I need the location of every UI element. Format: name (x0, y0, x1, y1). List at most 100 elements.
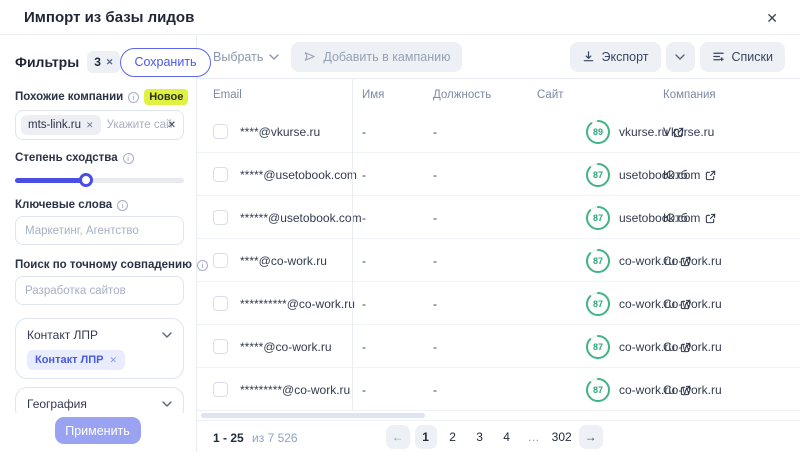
score-badge: 87 (585, 334, 611, 360)
select-dropdown[interactable]: Выбрать (213, 50, 280, 64)
exact-match-label: Поиск по точному совпадению (15, 259, 192, 271)
keywords-input[interactable] (15, 216, 184, 245)
page-button[interactable]: 1 (414, 425, 437, 449)
pagination: 1 - 25 из 7 526 ← 1 2 3 4 … 302 → (197, 420, 800, 452)
email-cell: *****@usetobook.com (240, 168, 357, 182)
filters-sidebar: Фильтры 3 ✕ Сохранить Похожие компании i… (0, 35, 211, 452)
table-row: *****@usetobook.com - - 87 usetobook.com… (197, 153, 800, 196)
col-company: Компания (663, 89, 716, 101)
info-icon[interactable]: i (128, 91, 140, 103)
external-link-icon (706, 213, 716, 223)
table-row: ****@vkurse.ru - - 89 vkurse.ru Vkurse.r… (197, 110, 800, 153)
score-badge: 87 (585, 291, 611, 317)
position-cell: - (433, 383, 437, 397)
col-name: Имя (362, 89, 385, 101)
row-checkbox[interactable] (213, 253, 228, 268)
company-cell: Ютб (663, 168, 688, 182)
company-cell: Co-work.ru (663, 254, 722, 268)
score-value: 89 (592, 127, 603, 137)
filters-count: 3 (94, 55, 101, 69)
filters-count-badge[interactable]: 3 ✕ (87, 51, 121, 73)
email-cell: *********@co-work.ru (240, 383, 351, 397)
page-button[interactable]: 302 (550, 425, 574, 449)
page-button[interactable]: 2 (442, 425, 464, 449)
name-cell: - (362, 340, 366, 354)
next-page-button[interactable]: → (578, 425, 603, 449)
score-badge: 87 (585, 377, 611, 403)
pager-ellipsis: … (527, 430, 540, 444)
table-body: ****@vkurse.ru - - 89 vkurse.ru Vkurse.r… (197, 110, 800, 411)
email-cell: **********@co-work.ru (240, 297, 355, 311)
exact-match-input[interactable] (15, 276, 184, 305)
section-lpr-toggle[interactable]: Контакт ЛПР (27, 327, 172, 343)
row-checkbox[interactable] (213, 210, 228, 225)
total-count: из 7 526 (252, 431, 298, 445)
similarity-slider[interactable] (15, 173, 184, 187)
horizontal-scrollbar[interactable] (201, 413, 425, 418)
score-value: 87 (592, 299, 603, 309)
site-tag: mts-link.ru ✕ (21, 115, 101, 135)
similar-companies-label: Похожие компании (15, 91, 124, 103)
email-cell: ****@co-work.ru (240, 254, 327, 268)
import-leads-modal: Импорт из базы лидов ✕ Фильтры 3 ✕ Сохра… (0, 0, 800, 452)
pager-pages: 1 2 3 4 … 302 (414, 425, 574, 449)
table-header: Email Имя Должность Сайт Компания (197, 78, 800, 110)
send-icon (305, 52, 316, 61)
name-cell: - (362, 125, 366, 139)
chevron-down-icon (269, 53, 280, 60)
page-button[interactable]: 3 (469, 425, 491, 449)
table-row: *****@co-work.ru - - 87 co-work.ru Co-wo… (197, 325, 800, 368)
name-cell: - (362, 254, 366, 268)
similar-companies-input[interactable]: mts-link.ru ✕ ✕ (15, 110, 184, 140)
score-value: 87 (592, 170, 603, 180)
table-row: *********@co-work.ru - - 87 co-work.ru C… (197, 368, 800, 411)
page-button[interactable]: 4 (496, 425, 518, 449)
table-row: ******@usetobook.com - - 87 usetobook.co… (197, 196, 800, 239)
row-checkbox[interactable] (213, 296, 228, 311)
new-badge: Новое (144, 89, 189, 105)
row-checkbox[interactable] (213, 167, 228, 182)
lpr-tag: Контакт ЛПР ✕ (27, 350, 126, 370)
col-email: Email (213, 89, 242, 101)
apply-button[interactable]: Применить (54, 417, 141, 444)
list-add-icon (712, 52, 724, 62)
score-value: 87 (592, 385, 603, 395)
clear-input-icon[interactable]: ✕ (168, 120, 176, 131)
lists-button[interactable]: Списки (699, 41, 785, 72)
position-cell: - (433, 340, 437, 354)
export-dropdown-button[interactable] (665, 41, 695, 72)
company-cell: Vkurse.ru (663, 125, 715, 139)
similarity-slider-thumb[interactable] (78, 173, 93, 187)
table-row: **********@co-work.ru - - 87 co-work.ru … (197, 282, 800, 325)
remove-tag-icon[interactable]: ✕ (110, 355, 118, 366)
row-checkbox[interactable] (213, 339, 228, 354)
external-link-icon (706, 170, 716, 180)
score-value: 87 (592, 213, 603, 223)
company-cell: Ютб (663, 211, 688, 225)
section-geography-toggle[interactable]: География (27, 396, 172, 412)
remove-tag-icon[interactable]: ✕ (86, 120, 94, 131)
chevron-down-icon (162, 332, 172, 338)
row-checkbox[interactable] (213, 124, 228, 139)
frozen-column-divider (352, 78, 353, 411)
similarity-slider-fill (15, 178, 86, 183)
position-cell: - (433, 168, 437, 182)
table-row: ****@co-work.ru - - 87 co-work.ru Co-wor… (197, 239, 800, 282)
position-cell: - (433, 254, 437, 268)
info-icon[interactable]: i (122, 152, 134, 164)
score-badge: 87 (585, 205, 611, 231)
export-button[interactable]: Экспорт (569, 41, 661, 72)
modal-header: Импорт из базы лидов ✕ (0, 0, 800, 35)
row-checkbox[interactable] (213, 382, 228, 397)
page-range: 1 - 25 (213, 431, 244, 445)
prev-page-button[interactable]: ← (385, 425, 410, 449)
email-cell: ****@vkurse.ru (240, 125, 321, 139)
chevron-down-icon (675, 53, 685, 60)
clear-filters-icon[interactable]: ✕ (106, 57, 114, 68)
info-icon[interactable]: i (117, 199, 129, 211)
add-to-campaign-button[interactable]: Добавить в кампанию (291, 41, 463, 72)
position-cell: - (433, 297, 437, 311)
close-icon[interactable]: ✕ (762, 8, 782, 29)
similarity-label: Степень сходства (15, 152, 118, 164)
site-input[interactable] (106, 119, 174, 131)
